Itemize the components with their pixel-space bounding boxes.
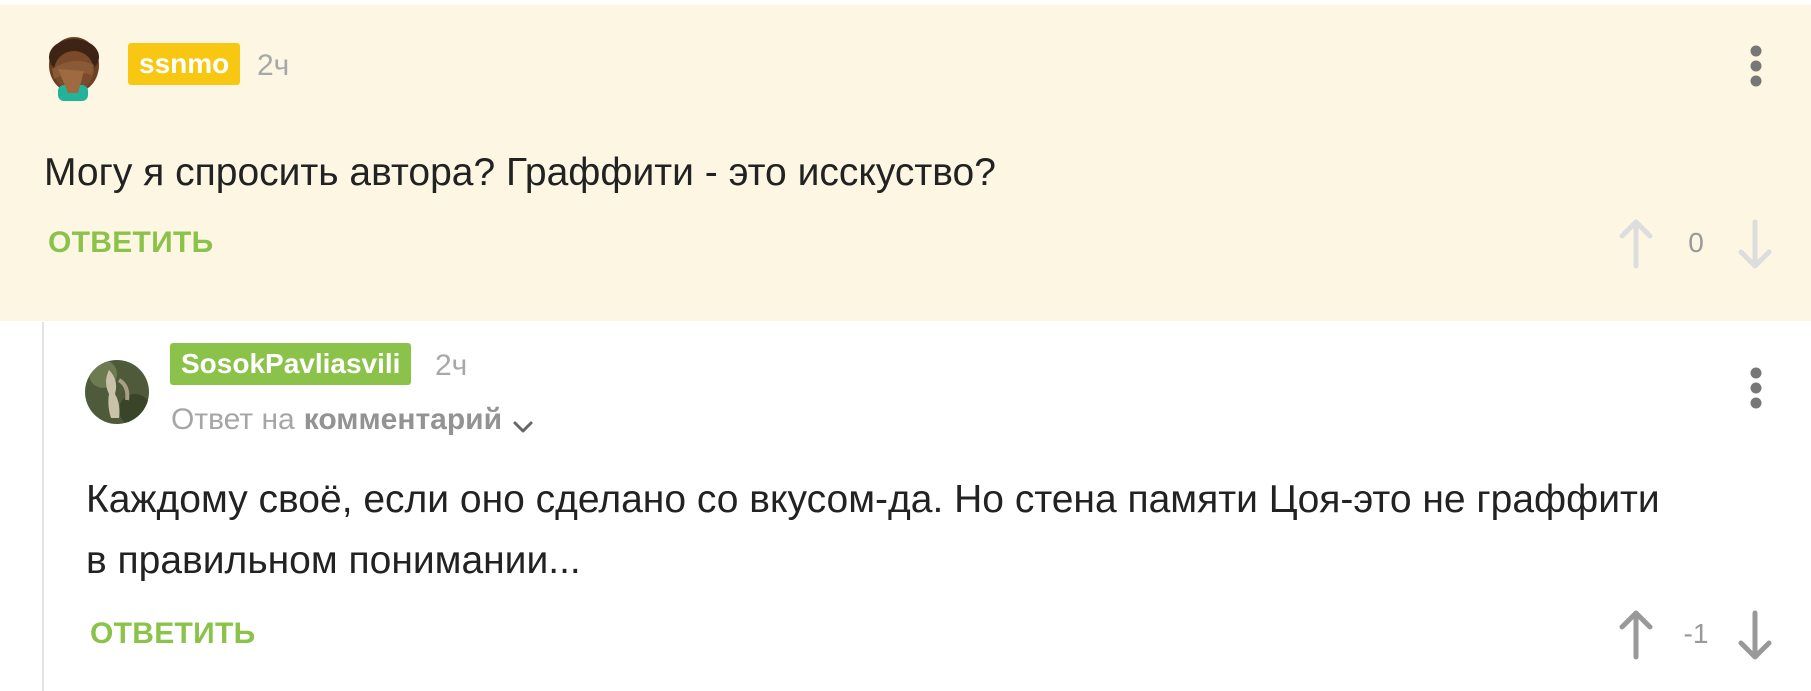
arrow-up-icon[interactable] (1616, 609, 1656, 661)
reply-button[interactable]: ОТВЕТИТЬ (48, 225, 214, 261)
vote-score: 0 (1688, 227, 1704, 258)
arrow-up-icon[interactable] (1616, 218, 1656, 270)
reply-to-line: Ответ на комментарий (171, 400, 534, 440)
reply-to-prefix: Ответ на (171, 403, 295, 436)
comment-time: 2ч (435, 349, 468, 382)
avatar[interactable] (85, 360, 149, 424)
arrow-down-icon[interactable] (1735, 218, 1775, 270)
chevron-down-icon[interactable] (512, 409, 534, 433)
thread-line (42, 322, 44, 691)
arrow-down-icon[interactable] (1735, 609, 1775, 661)
comment-text: Могу я спросить автора? Граффити - это и… (44, 151, 996, 194)
vote-score: -1 (1683, 618, 1709, 649)
comment-time: 2ч (257, 49, 290, 82)
reply-to-link[interactable]: комментарий (304, 400, 502, 440)
reply-button[interactable]: ОТВЕТИТЬ (90, 616, 256, 652)
username[interactable]: SosokPavliasvili (170, 343, 412, 385)
username[interactable]: ssnmo (128, 43, 241, 85)
more-icon[interactable] (1749, 44, 1763, 88)
avatar[interactable] (44, 35, 104, 101)
comment-text: Каждому своё, если оно сделано со вкусом… (86, 478, 1660, 582)
more-icon[interactable] (1749, 366, 1763, 410)
